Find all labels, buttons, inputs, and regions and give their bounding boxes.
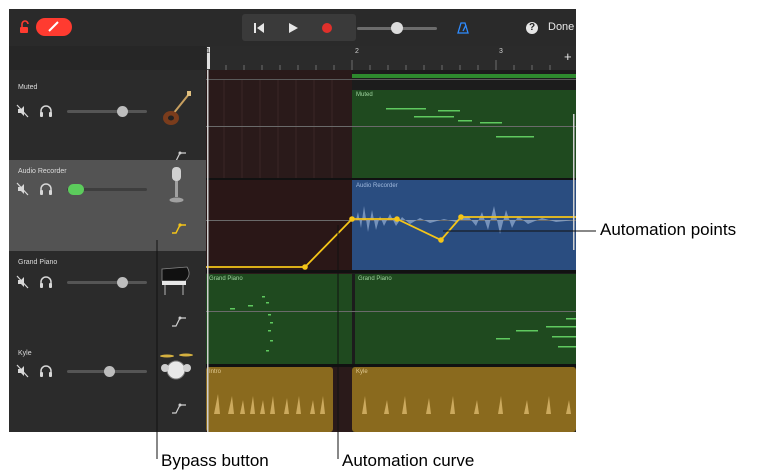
control-bar: ? Done bbox=[9, 9, 576, 46]
metronome-icon bbox=[457, 22, 469, 34]
region-grand-piano-1[interactable] bbox=[206, 274, 352, 364]
region-label: Grand Piano bbox=[358, 276, 392, 282]
region-label: Muted bbox=[356, 92, 373, 98]
microphone-icon bbox=[169, 167, 184, 203]
region-grand-piano-2[interactable] bbox=[355, 274, 576, 364]
track-lanes: Muted Audio Recorder Grand Piano Grand P… bbox=[206, 70, 576, 432]
automation-point[interactable] bbox=[349, 216, 355, 222]
go-to-beginning-button[interactable] bbox=[245, 18, 273, 38]
automation-bypass-icon[interactable] bbox=[171, 222, 187, 234]
level-meter bbox=[68, 184, 84, 195]
region-label: Grand Piano bbox=[209, 276, 243, 282]
automation-bypass-icon[interactable] bbox=[171, 402, 187, 414]
grand-piano-icon bbox=[161, 266, 190, 295]
metronome-button[interactable] bbox=[449, 18, 477, 38]
ruler-ticks bbox=[207, 47, 551, 70]
track-header-top bbox=[9, 46, 206, 71]
mute-icon[interactable] bbox=[16, 275, 30, 289]
lock-icon[interactable] bbox=[18, 20, 32, 34]
track-name: Audio Recorder bbox=[18, 168, 67, 175]
record-button[interactable] bbox=[313, 18, 341, 38]
play-icon bbox=[289, 23, 298, 33]
track-headers: Muted Audio Recorder Grand Piano Kyle bbox=[9, 46, 206, 432]
region-label: Kyle bbox=[356, 369, 368, 375]
region-audio-recorder[interactable] bbox=[352, 180, 576, 270]
garageband-window: ? Done Muted Audio Recorder Grand Piano … bbox=[9, 9, 576, 432]
help-button[interactable]: ? bbox=[526, 22, 538, 34]
track-name: Kyle bbox=[18, 350, 32, 357]
headphones-icon[interactable] bbox=[39, 275, 53, 289]
track-name: Muted bbox=[18, 84, 38, 91]
callout-bypass-button: Bypass button bbox=[161, 451, 269, 470]
bar-number: 3 bbox=[499, 48, 503, 55]
playhead[interactable] bbox=[207, 70, 209, 432]
automation-point[interactable] bbox=[458, 214, 464, 220]
pencil-icon bbox=[48, 21, 59, 32]
track-volume-slider[interactable] bbox=[67, 366, 147, 377]
bar-number: 1 bbox=[206, 48, 210, 55]
callout-automation-points: Automation points bbox=[600, 220, 737, 239]
master-volume-slider[interactable] bbox=[357, 22, 437, 34]
region-kyle[interactable] bbox=[352, 367, 576, 432]
mute-icon[interactable] bbox=[16, 182, 30, 196]
track-header-grand-piano[interactable]: Grand Piano bbox=[9, 251, 206, 345]
region-intro[interactable] bbox=[206, 367, 333, 432]
drum-kit-icon bbox=[160, 353, 193, 380]
go-to-beginning-icon bbox=[254, 23, 264, 33]
bar-number: 2 bbox=[355, 48, 359, 55]
volume-knob[interactable] bbox=[117, 277, 128, 288]
headphones-icon[interactable] bbox=[39, 182, 53, 196]
track-header-muted[interactable]: Muted bbox=[9, 70, 206, 162]
add-section-button[interactable]: + bbox=[564, 49, 572, 64]
record-icon bbox=[322, 23, 332, 33]
electric-guitar-icon bbox=[163, 91, 191, 125]
play-button[interactable] bbox=[279, 18, 307, 38]
track-header-kyle[interactable]: Kyle bbox=[9, 344, 206, 432]
automation-point[interactable] bbox=[302, 264, 308, 270]
mute-icon[interactable] bbox=[16, 104, 30, 118]
mute-icon[interactable] bbox=[16, 364, 30, 378]
track-volume-slider[interactable] bbox=[67, 106, 147, 117]
track-volume-slider[interactable] bbox=[67, 277, 147, 288]
automation-point[interactable] bbox=[438, 237, 444, 243]
automation-bypass-icon[interactable] bbox=[171, 315, 187, 327]
region-label: Audio Recorder bbox=[356, 183, 398, 189]
callout-automation-curve: Automation curve bbox=[342, 451, 475, 470]
track-name: Grand Piano bbox=[18, 259, 58, 266]
automation-edit-button[interactable] bbox=[36, 18, 72, 36]
done-button[interactable]: Done bbox=[548, 21, 574, 33]
arrangement-canvas bbox=[206, 70, 576, 432]
headphones-icon[interactable] bbox=[39, 104, 53, 118]
automation-point[interactable] bbox=[394, 216, 400, 222]
region-muted[interactable] bbox=[352, 90, 576, 178]
volume-knob[interactable] bbox=[104, 366, 115, 377]
timeline-ruler[interactable]: 1 2 3 + bbox=[206, 46, 576, 71]
headphones-icon[interactable] bbox=[39, 364, 53, 378]
volume-knob[interactable] bbox=[117, 106, 128, 117]
track-volume-slider[interactable] bbox=[67, 184, 147, 195]
region-label: Intro bbox=[209, 369, 222, 375]
master-volume-knob[interactable] bbox=[391, 22, 403, 34]
track-header-audio-recorder[interactable]: Audio Recorder bbox=[9, 160, 206, 252]
